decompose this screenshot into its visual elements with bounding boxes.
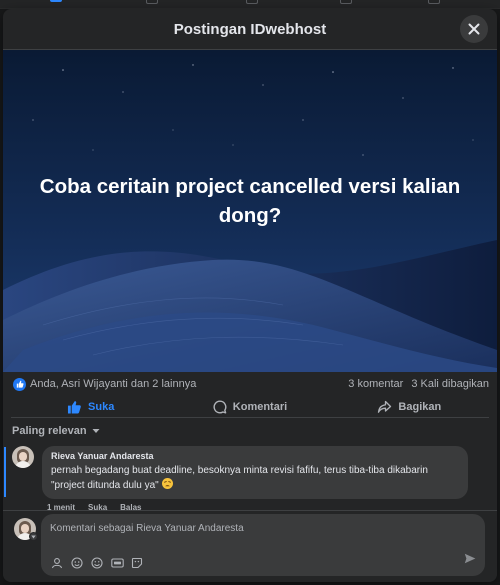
dialog-title: Postingan IDwebhost bbox=[173, 20, 327, 38]
comment-sort-dropdown[interactable]: Paling relevan bbox=[3, 418, 497, 444]
emoji-icon bbox=[91, 557, 103, 569]
sort-label: Paling relevan bbox=[12, 425, 87, 437]
send-button[interactable] bbox=[464, 551, 476, 569]
comment-author[interactable]: Rieva Yanuar Andaresta bbox=[51, 451, 459, 461]
comment-text: pernah begadang buat deadline, besoknya … bbox=[51, 465, 428, 491]
share-arrow-icon bbox=[378, 400, 392, 413]
post-stats: Anda, Asri Wijayanti dan 2 lainnya 3 kom… bbox=[3, 372, 497, 396]
gaming-tab-icon bbox=[428, 0, 440, 4]
comment-input[interactable]: Komentari sebagai Rieva Yanuar Andaresta bbox=[41, 514, 485, 576]
like-reaction-icon bbox=[13, 377, 26, 391]
chevron-down-icon bbox=[92, 429, 100, 433]
home-tab-icon bbox=[50, 0, 62, 2]
comment-button[interactable]: Komentari bbox=[170, 396, 329, 417]
share-count[interactable]: 3 Kali dibagikan bbox=[411, 378, 489, 390]
comment-composer: Komentari sebagai Rieva Yanuar Andaresta bbox=[3, 510, 497, 582]
composer-tools bbox=[50, 556, 144, 570]
post-actions: Suka Komentari Bagikan bbox=[11, 396, 489, 418]
like-button[interactable]: Suka bbox=[11, 396, 170, 417]
post-background-image: Coba ceritain project cancelled versi ka… bbox=[3, 50, 497, 372]
comment-item: Rieva Yanuar Andaresta pernah begadang b… bbox=[3, 446, 497, 499]
share-button[interactable]: Bagikan bbox=[330, 396, 489, 417]
thread-indicator bbox=[4, 447, 6, 497]
post-text: Coba ceritain project cancelled versi ka… bbox=[39, 175, 461, 227]
groups-tab-icon bbox=[340, 0, 352, 4]
marketplace-tab-icon bbox=[246, 0, 258, 4]
post-dialog: Postingan IDwebhost Coba ceritain projec… bbox=[3, 9, 497, 582]
emoji-button[interactable] bbox=[90, 556, 104, 570]
like-label: Suka bbox=[88, 400, 115, 413]
gif-icon bbox=[110, 558, 124, 568]
comment-bubble: Rieva Yanuar Andaresta pernah begadang b… bbox=[42, 446, 468, 499]
watch-tab-icon bbox=[146, 0, 158, 4]
sticker-pack-icon bbox=[131, 557, 143, 569]
comment-bubble-icon bbox=[213, 399, 227, 413]
tired-face-emoji-icon bbox=[161, 478, 173, 489]
thumbs-up-icon bbox=[67, 400, 81, 414]
comment-input-placeholder: Komentari sebagai Rieva Yanuar Andaresta bbox=[50, 523, 244, 534]
sticker-pack-button[interactable] bbox=[130, 556, 144, 570]
comment-label: Komentari bbox=[232, 400, 288, 413]
commenter-avatar[interactable] bbox=[12, 446, 34, 468]
reaction-names: Anda, Asri Wijayanti dan 2 lainnya bbox=[30, 378, 197, 390]
reaction-summary[interactable]: Anda, Asri Wijayanti dan 2 lainnya bbox=[13, 377, 197, 391]
avatar-sticker-button[interactable] bbox=[50, 556, 64, 570]
background-nav-strip bbox=[0, 0, 500, 9]
comment-count[interactable]: 3 komentar bbox=[348, 378, 403, 390]
dialog-header: Postingan IDwebhost bbox=[3, 9, 497, 50]
sticker-button[interactable] bbox=[70, 556, 84, 570]
sticker-icon bbox=[71, 557, 83, 569]
share-label: Bagikan bbox=[398, 400, 442, 413]
gif-button[interactable] bbox=[110, 556, 124, 570]
profile-switch-chevron-icon[interactable] bbox=[29, 532, 38, 541]
comment-body: pernah begadang buat deadline, besoknya … bbox=[51, 464, 459, 493]
avatar-sticker-icon bbox=[51, 558, 63, 569]
close-button[interactable] bbox=[460, 15, 488, 43]
close-icon bbox=[468, 23, 480, 35]
send-icon bbox=[464, 553, 476, 564]
